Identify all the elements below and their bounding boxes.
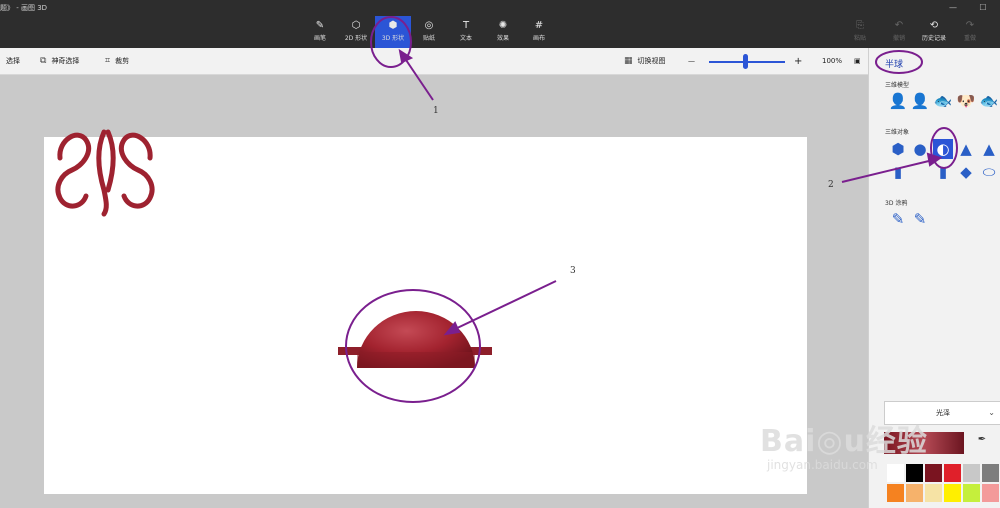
history-label: 历史记录: [921, 35, 946, 42]
tab-label: 贴纸: [422, 35, 435, 42]
history-button[interactable]: ⟲ 历史记录: [917, 16, 951, 48]
model-cat-icon[interactable]: 🐶: [956, 91, 976, 111]
capsule-shape-icon[interactable]: ▮: [933, 162, 953, 182]
section-3d-models: 三维模型: [885, 82, 910, 89]
minimize-button[interactable]: —: [938, 0, 968, 16]
paste-label: 粘贴: [853, 35, 866, 42]
select-button[interactable]: 选择: [6, 48, 20, 75]
paste-button[interactable]: ⎘ 粘贴: [843, 16, 877, 48]
image-view-icon[interactable]: ▣: [854, 48, 861, 75]
zoom-out-button[interactable]: —: [688, 48, 695, 75]
model-dog-icon[interactable]: 🐟: [933, 91, 953, 111]
history-icon: ⟲: [929, 20, 939, 31]
watermark-url: jingyan.baidu.com: [767, 458, 878, 472]
cone-shape-icon[interactable]: ▲: [956, 139, 976, 159]
tab-label: 3D 形状: [381, 35, 405, 42]
crop-icon: ⌗: [105, 56, 111, 66]
shapes-2d-icon: ⬡: [351, 20, 361, 31]
donut-shape-icon[interactable]: ⬭: [979, 162, 999, 182]
annotation-number-1: 1: [433, 106, 439, 116]
cylinder-shape-icon[interactable]: ▮: [888, 162, 908, 182]
grid-icon: ▦: [624, 56, 633, 66]
panel-title: 半球: [885, 60, 904, 70]
crop-button[interactable]: ⌗ 裁剪: [105, 48, 129, 75]
magic-select-icon: ⧉: [40, 56, 47, 66]
drawing-canvas[interactable]: [44, 137, 807, 494]
select-label: 选择: [6, 57, 20, 65]
canvas-icon: #: [534, 20, 544, 31]
paste-icon: ⎘: [856, 20, 864, 31]
tab-label: 效果: [496, 35, 509, 42]
tab-canvas[interactable]: # 画布: [521, 16, 557, 48]
tab-label: 画笔: [313, 35, 326, 42]
pyramid-shape-icon[interactable]: ▲: [979, 139, 999, 159]
undo-button[interactable]: ↶ 撤销: [882, 16, 916, 48]
baidu-watermark: Bai◎u经验 jingyan.baidu.com: [760, 400, 1000, 508]
model-fish-icon[interactable]: 🐟: [979, 91, 999, 111]
brush-icon: ✎: [315, 20, 325, 31]
tab-3d-shapes[interactable]: ⬢ 3D 形状: [375, 16, 411, 48]
tab-label: 文本: [459, 35, 472, 42]
sphere-shape-icon[interactable]: ●: [910, 139, 930, 159]
redo-label: 重做: [963, 35, 976, 42]
model-man-icon[interactable]: 👤: [888, 91, 908, 111]
title-bar: 题》 - 画图 3D — ☐: [0, 0, 1000, 16]
undo-label: 撤销: [892, 35, 905, 42]
tab-brushes[interactable]: ✎ 画笔: [302, 16, 338, 48]
soft-doodle-icon[interactable]: ✎: [910, 209, 930, 229]
sharp-doodle-icon[interactable]: ✎: [888, 209, 908, 229]
maximize-button[interactable]: ☐: [968, 0, 998, 16]
switch-view-button[interactable]: ▦ 切换视图: [624, 48, 666, 75]
crop-label: 裁剪: [115, 57, 130, 65]
hemisphere-shape-icon[interactable]: ◐: [933, 139, 953, 159]
tube-shape-icon[interactable]: ◆: [956, 162, 976, 182]
magic-select-label: 神奇选择: [51, 57, 80, 65]
text-icon: T: [462, 20, 470, 31]
section-3d-doodle: 3D 涂鸦: [885, 200, 908, 207]
tab-label: 画布: [532, 35, 545, 42]
switch-view-label: 切换视图: [637, 57, 666, 65]
sun-icon: ✺: [498, 20, 508, 31]
tab-effects[interactable]: ✺ 效果: [485, 16, 521, 48]
tab-2d-shapes[interactable]: ⬡ 2D 形状: [338, 16, 374, 48]
magic-select-button[interactable]: ⧉ 神奇选择: [40, 48, 79, 75]
redo-icon: ↷: [965, 20, 975, 31]
zoom-in-button[interactable]: +: [794, 48, 802, 75]
tab-label: 2D 形状: [344, 35, 368, 42]
cube-icon: ⬢: [388, 20, 398, 31]
tab-stickers[interactable]: ◎ 贴纸: [411, 16, 447, 48]
sticker-icon: ◎: [424, 20, 434, 31]
section-3d-objects: 三维对象: [885, 129, 910, 136]
cube-shape-icon[interactable]: ⬢: [888, 139, 908, 159]
watermark-logo: Bai◎u经验: [760, 424, 928, 459]
zoom-slider-thumb[interactable]: [743, 54, 748, 69]
zoom-level: 100%: [822, 57, 843, 65]
window-title: 题》 - 画图 3D: [0, 4, 48, 12]
tab-text[interactable]: T 文本: [448, 16, 484, 48]
annotation-number-3: 3: [570, 266, 576, 276]
tool-options-bar: 选择 ⧉ 神奇选择 ⌗ 裁剪 ▦ 切换视图 — + 100% ▣: [0, 48, 868, 75]
annotation-number-2: 2: [828, 180, 834, 190]
model-woman-icon[interactable]: 👤: [910, 91, 930, 111]
ribbon: ✎ 画笔 ⬡ 2D 形状 ⬢ 3D 形状 ◎ 贴纸 T 文本 ✺ 效果 # 画布…: [0, 16, 1000, 48]
undo-icon: ↶: [894, 20, 904, 31]
redo-button[interactable]: ↷ 重做: [953, 16, 987, 48]
